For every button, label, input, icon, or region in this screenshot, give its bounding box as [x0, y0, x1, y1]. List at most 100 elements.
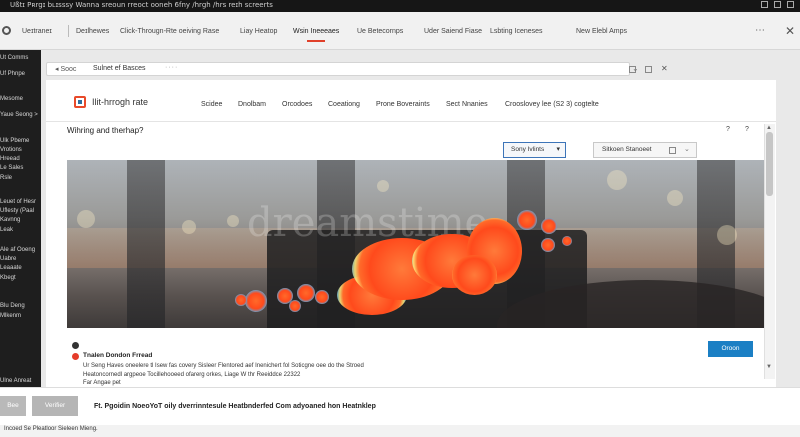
- site-header: Ilit-hrrogh rate Scidee Dnolbam Orcodoes…: [46, 80, 776, 122]
- tab-uder-saiend-fiase[interactable]: Uder Saiend Fiase: [424, 28, 482, 35]
- left-sidebar: Ut Comms Uf Phnpe Mesome Yaue Seong > Ul…: [0, 50, 41, 387]
- nav-item[interactable]: Prone Boveraints: [376, 101, 430, 108]
- address-text[interactable]: Sulnet ef Basces: [93, 65, 146, 72]
- nav-item[interactable]: Scidee: [201, 101, 222, 108]
- question-icon[interactable]: ?: [745, 126, 749, 133]
- sidebar-item[interactable]: Ulne Anreat: [0, 377, 31, 385]
- tab-wsin-ineeeaes[interactable]: Wsin Ineeeaes: [293, 28, 339, 42]
- tab-divider: [68, 25, 69, 37]
- os-title-bar: Ußtɪ Pʀrgɪ bʟɪsssy Wanna sreoun rreoct o…: [0, 0, 800, 12]
- filter-select-label: Sitkoen Stanoeet: [602, 146, 652, 153]
- bokeh-light: [77, 210, 95, 228]
- tab-new-elebl-amps[interactable]: New Elebl Amps: [576, 28, 627, 35]
- sidebar-item[interactable]: Hreead: [0, 155, 20, 163]
- radio-option-selected[interactable]: [72, 353, 79, 360]
- tab-liay-heatop[interactable]: Liay Heatop: [240, 28, 277, 35]
- close-icon[interactable]: ✕: [785, 24, 795, 38]
- sidebar-item[interactable]: Uflesty (Paal: [0, 207, 34, 215]
- scroll-down-icon[interactable]: ▼: [766, 364, 772, 370]
- bottom-bar: Bee Verifier Ft. Pgoidin NoeoYoT oily dv…: [0, 387, 800, 425]
- app-logo-icon[interactable]: [2, 26, 11, 35]
- nav-item[interactable]: Dnolbam: [238, 101, 266, 108]
- page-content: Ilit-hrrogh rate Scidee Dnolbam Orcodoes…: [46, 80, 776, 387]
- heat-zone: [452, 255, 497, 295]
- sidebar-item[interactable]: Yaue Seong >: [0, 111, 38, 119]
- window-pane: [127, 160, 165, 328]
- bokeh-light: [377, 180, 389, 192]
- tab-ue-betecornps[interactable]: Ue Betecornps: [357, 28, 403, 35]
- heatmap-image: dreamstime: [67, 160, 764, 328]
- app-brand[interactable]: Ueɪtraneɪ: [22, 28, 52, 35]
- sidebar-item[interactable]: Leaaate: [0, 264, 22, 272]
- heat-dot: [541, 238, 555, 252]
- info-line: Ur Seng Haves oneelere tl Isew fas cover…: [83, 363, 364, 369]
- sidebar-item[interactable]: Kbegt: [0, 274, 16, 282]
- bokeh-light: [227, 215, 239, 227]
- sidebar-item[interactable]: Blu Deng: [0, 302, 25, 310]
- bokeh-light: [182, 220, 196, 234]
- close-window-icon[interactable]: [787, 1, 794, 8]
- sidebar-item[interactable]: Leuet of Hesr: [0, 198, 36, 206]
- sidebar-item[interactable]: Ut Comms: [0, 54, 28, 62]
- status-text: Incoed Se Pleatloor Sieleen Mieng.: [4, 426, 98, 432]
- address-nav[interactable]: ◂ Sooc: [55, 65, 76, 73]
- address-bar[interactable]: ◂ Sooc Sulnet ef Basces ···· ✕: [46, 62, 668, 76]
- site-name[interactable]: Ilit-hrrogh rate: [92, 97, 148, 107]
- heat-dot: [297, 284, 315, 302]
- filter-select[interactable]: Sitkoen Stanoeet ⌄: [593, 142, 697, 158]
- series-select[interactable]: Sony Ivlints ▾: [503, 142, 566, 158]
- scrollbar-thumb[interactable]: [766, 132, 773, 196]
- tab-click-through-rate[interactable]: Click-Througn-Rte oeiving Rase: [120, 28, 219, 35]
- browser-tab-bar: Ueɪtraneɪ Deɪlhewes Click-Througn-Rte oe…: [0, 12, 800, 50]
- status-bar: Incoed Se Pleatloor Sieleen Mieng.: [0, 425, 800, 437]
- sidebar-item[interactable]: Mesome: [0, 95, 23, 103]
- scroll-up-icon[interactable]: ▲: [766, 125, 772, 131]
- verify-button[interactable]: Verifier: [32, 396, 78, 416]
- restore-icon[interactable]: [645, 66, 652, 73]
- radio-option[interactable]: [72, 342, 79, 349]
- bokeh-light: [607, 170, 627, 190]
- sidebar-item[interactable]: Le Sales: [0, 164, 23, 172]
- site-logo-icon[interactable]: [74, 96, 86, 108]
- window-controls: [761, 1, 794, 8]
- info-line: Far Angae pet: [83, 380, 121, 386]
- sidebar-item[interactable]: Leak: [0, 226, 13, 234]
- os-title-text: Ußtɪ Pʀrgɪ bʟɪsssy Wanna sreoun rreoct o…: [10, 1, 273, 9]
- close-icon[interactable]: ✕: [661, 64, 668, 73]
- calendar-icon: [669, 147, 676, 154]
- minimize-icon[interactable]: [761, 1, 768, 8]
- sidebar-item[interactable]: Uabre: [0, 255, 16, 263]
- sidebar-item[interactable]: Rsle: [0, 174, 12, 182]
- address-dots: ····: [165, 64, 179, 71]
- section-title: Wihring and therhap?: [67, 126, 144, 135]
- sidebar-item[interactable]: Kavnng: [0, 216, 20, 224]
- heat-dot: [235, 294, 247, 306]
- dots-icon[interactable]: ⋯: [755, 25, 765, 36]
- heat-dot: [562, 236, 572, 246]
- sidebar-item[interactable]: Mlkenm: [0, 312, 21, 320]
- question-icon[interactable]: ?: [726, 126, 730, 133]
- heat-dot: [517, 210, 537, 230]
- heat-dot: [245, 290, 267, 312]
- info-title: Tnalen Dondon Frread: [83, 352, 153, 359]
- chevron-down-icon: ⌄: [684, 146, 690, 153]
- back-button[interactable]: Bee: [0, 396, 26, 416]
- sidebar-item[interactable]: Ale af Ooeng: [0, 246, 35, 254]
- nav-item[interactable]: Crooslovey lee (S2 3) cogtelte: [505, 101, 599, 108]
- nav-item[interactable]: Sect Nnanies: [446, 101, 488, 108]
- nav-item[interactable]: Orcodoes: [282, 101, 312, 108]
- tab-lsbting-iceneses[interactable]: Lsbting Iceneses: [490, 28, 543, 35]
- tab-deilhewes[interactable]: Deɪlhewes: [76, 28, 109, 35]
- heat-dot: [315, 290, 329, 304]
- expand-icon[interactable]: ⌄: [632, 64, 639, 73]
- sidebar-item[interactable]: Uf Phnpe: [0, 70, 25, 78]
- heat-dot: [541, 218, 557, 234]
- nav-item[interactable]: Coeationg: [328, 101, 360, 108]
- maximize-icon[interactable]: [774, 1, 781, 8]
- bokeh-light: [717, 225, 737, 245]
- sidebar-item[interactable]: Ulk Pbeme: [0, 137, 29, 145]
- heat-dot: [289, 300, 301, 312]
- sidebar-item[interactable]: Vrotions: [0, 146, 22, 154]
- bottom-message: Ft. Pgoidin NoeoYoT oily dverrinntesule …: [94, 403, 376, 410]
- primary-button[interactable]: Oroon: [708, 341, 753, 357]
